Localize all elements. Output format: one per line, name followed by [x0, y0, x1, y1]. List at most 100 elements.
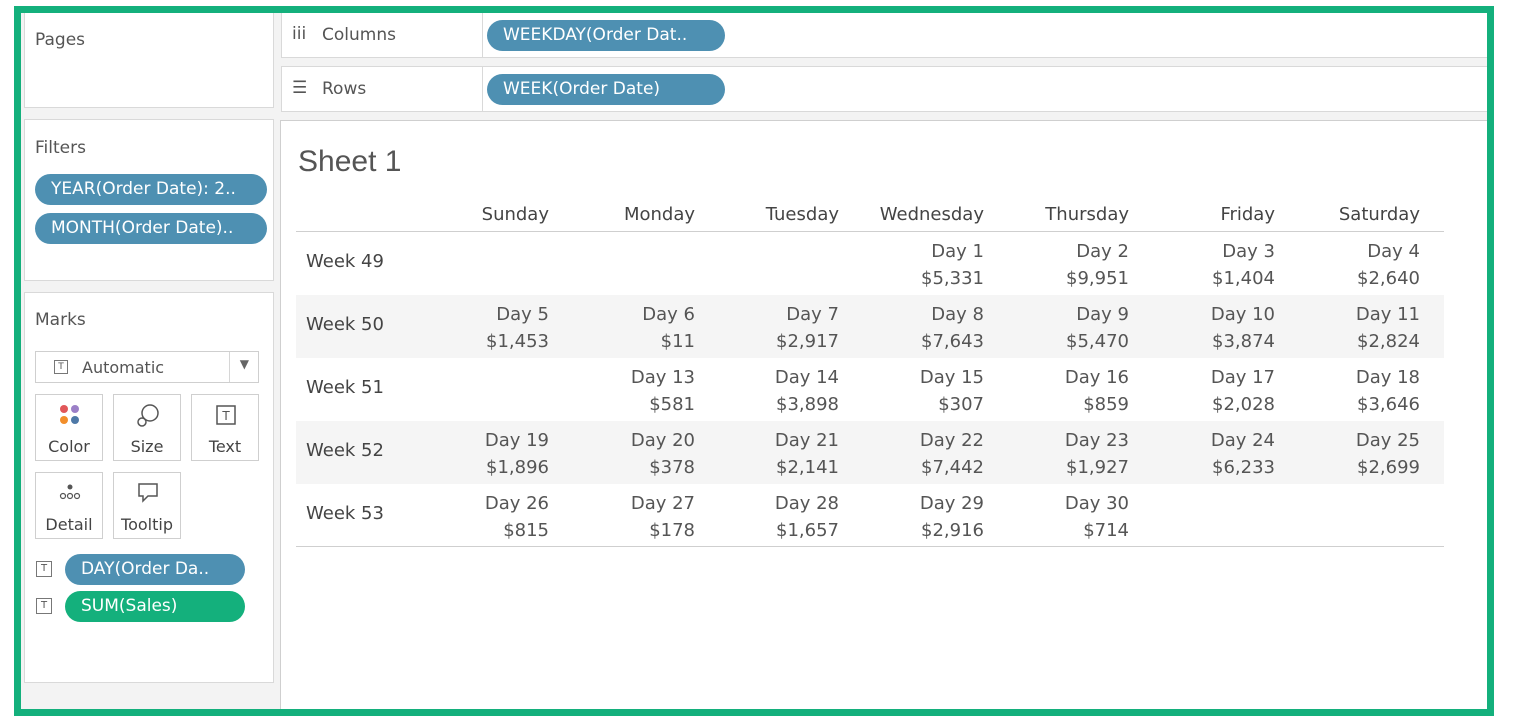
cell-sales: $7,442 [920, 454, 984, 481]
detail-button[interactable]: Detail [35, 472, 103, 539]
cell-sales: $2,917 [776, 328, 839, 355]
table-cell[interactable]: Day 1$5,331 [921, 238, 984, 292]
cell-sales: $2,916 [920, 517, 984, 544]
table-cell[interactable]: Day 24$6,233 [1211, 427, 1275, 481]
filter-pill-year[interactable]: YEAR(Order Date): 2.. [35, 174, 267, 205]
table-row: Week 50Day 5$1,453Day 6$11Day 7$2,917Day… [296, 295, 1444, 358]
pages-title: Pages [35, 30, 85, 50]
column-header-wednesday[interactable]: Wednesday [880, 204, 984, 225]
table-cell[interactable]: Day 17$2,028 [1211, 364, 1275, 418]
table-cell[interactable]: Day 10$3,874 [1211, 301, 1275, 355]
column-header-thursday[interactable]: Thursday [1045, 204, 1129, 225]
column-header-monday[interactable]: Monday [624, 204, 695, 225]
table-cell[interactable]: Day 30$714 [1065, 490, 1129, 544]
cell-day: Day 21 [775, 427, 839, 454]
table-cell[interactable]: Day 8$7,643 [921, 301, 984, 355]
mark-type-dropdown[interactable]: T Automatic ▼ [35, 351, 259, 383]
cell-sales: $378 [631, 454, 695, 481]
table-cell[interactable]: Day 18$3,646 [1356, 364, 1420, 418]
cell-sales: $1,404 [1212, 265, 1275, 292]
table-cell[interactable]: Day 22$7,442 [920, 427, 984, 481]
table-row: Week 49 Day 1$5,331 Day 2$9,951 Day 3$1,404… [296, 232, 1444, 295]
worksheet-view[interactable]: Sheet 1 SundayMondayTuesdayWednesdayThur… [280, 120, 1492, 716]
cell-day: Day 4 [1357, 238, 1420, 265]
row-header[interactable]: Week 50 [306, 314, 384, 335]
table-cell[interactable]: Day 2$9,951 [1066, 238, 1129, 292]
rows-pill-week[interactable]: WEEK(Order Date) [487, 74, 725, 105]
cell-sales: $2,640 [1357, 265, 1420, 292]
table-cell[interactable]: Day 27$178 [631, 490, 695, 544]
column-header-tuesday[interactable]: Tuesday [766, 204, 839, 225]
table-cell[interactable]: Day 13$581 [631, 364, 695, 418]
cell-day: Day 11 [1356, 301, 1420, 328]
table-cell[interactable]: Day 25$2,699 [1356, 427, 1420, 481]
cell-day: Day 2 [1066, 238, 1129, 265]
row-header[interactable]: Week 53 [306, 503, 384, 524]
row-header[interactable]: Week 49 [306, 251, 384, 272]
color-button[interactable]: Color [35, 394, 103, 461]
table-cell[interactable]: Day 19$1,896 [485, 427, 549, 481]
cell-sales: $2,141 [775, 454, 839, 481]
pages-card[interactable]: Pages [24, 12, 274, 108]
column-header-sunday[interactable]: Sunday [482, 204, 549, 225]
columns-icon: iii [292, 24, 306, 44]
cell-day: Day 10 [1211, 301, 1275, 328]
cell-sales: $714 [1065, 517, 1129, 544]
table-cell[interactable]: Day 26$815 [485, 490, 549, 544]
cell-day: Day 14 [775, 364, 839, 391]
table-row: Week 51 Day 13$581 Day 14$3,898 Day 15$307 D… [296, 358, 1444, 421]
table-cell[interactable]: Day 15$307 [920, 364, 984, 418]
table-cell[interactable]: Day 9$5,470 [1066, 301, 1129, 355]
column-header-row: Sunday Monday Tuesday Wednesday Thursday Frid… [296, 196, 1444, 232]
cell-day: Day 1 [921, 238, 984, 265]
filter-pill-month[interactable]: MONTH(Order Date).. [35, 213, 267, 244]
cell-sales: $859 [1065, 391, 1129, 418]
cell-sales: $178 [631, 517, 695, 544]
table-cell[interactable]: Day 20$378 [631, 427, 695, 481]
cell-sales: $3,898 [775, 391, 839, 418]
table-cell[interactable]: Day 7$2,917 [776, 301, 839, 355]
cell-day: Day 25 [1356, 427, 1420, 454]
rows-shelf[interactable]: ☰ Rows WEEK(Order Date) [281, 66, 1491, 112]
text-field-icon: T [36, 598, 52, 614]
columns-pill-weekday[interactable]: WEEKDAY(Order Dat.. [487, 20, 725, 51]
marks-field-day[interactable]: DAY(Order Da.. [65, 554, 245, 585]
filters-card[interactable]: Filters YEAR(Order Date): 2.. MONTH(Orde… [24, 119, 274, 281]
table-row: Week 53Day 26$815Day 27$178Day 28$1,657D… [296, 484, 1444, 547]
cell-sales: $6,233 [1211, 454, 1275, 481]
cell-day: Day 28 [775, 490, 839, 517]
cell-sales: $3,874 [1211, 328, 1275, 355]
filters-title: Filters [35, 138, 86, 158]
table-cell[interactable]: Day 14$3,898 [775, 364, 839, 418]
cell-day: Day 26 [485, 490, 549, 517]
table-cell[interactable]: Day 23$1,927 [1065, 427, 1129, 481]
text-label: Text [192, 437, 258, 456]
table-cell[interactable]: Day 6$11 [642, 301, 695, 355]
row-header[interactable]: Week 51 [306, 377, 384, 398]
marks-field-sales[interactable]: SUM(Sales) [65, 591, 245, 622]
cell-sales: $1,927 [1065, 454, 1129, 481]
table-cell[interactable]: Day 28$1,657 [775, 490, 839, 544]
table-cell[interactable]: Day 16$859 [1065, 364, 1129, 418]
cell-sales: $1,657 [775, 517, 839, 544]
tooltip-button[interactable]: Tooltip [113, 472, 181, 539]
text-button[interactable]: T Text [191, 394, 259, 461]
row-header[interactable]: Week 52 [306, 440, 384, 461]
columns-shelf[interactable]: iii Columns WEEKDAY(Order Dat.. [281, 12, 1491, 58]
table-cell[interactable]: Day 5$1,453 [486, 301, 549, 355]
cell-sales: $2,699 [1356, 454, 1420, 481]
table-cell[interactable]: Day 3$1,404 [1212, 238, 1275, 292]
size-button[interactable]: Size [113, 394, 181, 461]
cell-sales: $307 [920, 391, 984, 418]
table-cell[interactable]: Day 11$2,824 [1356, 301, 1420, 355]
color-label: Color [36, 437, 102, 456]
mark-type-label: Automatic [82, 358, 164, 377]
column-header-friday[interactable]: Friday [1220, 204, 1275, 225]
table-cell[interactable]: Day 4$2,640 [1357, 238, 1420, 292]
cell-day: Day 19 [485, 427, 549, 454]
column-header-saturday[interactable]: Saturday [1339, 204, 1420, 225]
table-cell[interactable]: Day 21$2,141 [775, 427, 839, 481]
table-cell[interactable]: Day 29$2,916 [920, 490, 984, 544]
cell-day: Day 3 [1212, 238, 1275, 265]
cell-day: Day 7 [776, 301, 839, 328]
